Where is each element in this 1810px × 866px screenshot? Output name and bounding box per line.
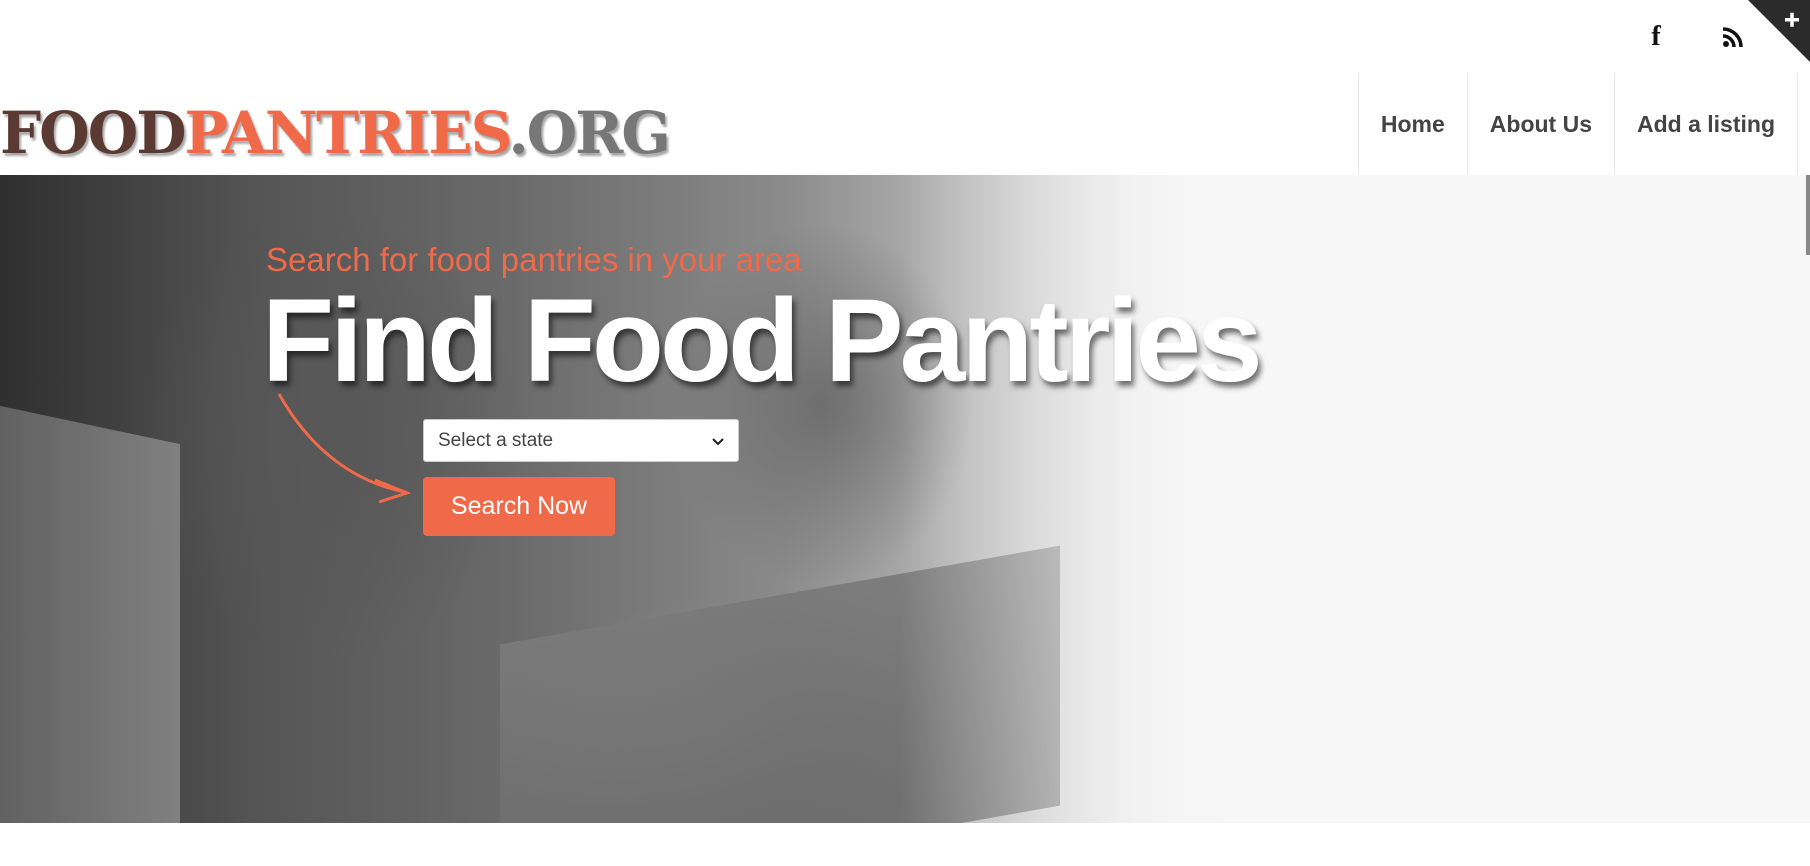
chevron-down-icon (712, 433, 724, 449)
nav-about-us[interactable]: About Us (1468, 73, 1615, 175)
nav-add-listing[interactable]: Add a listing (1615, 73, 1798, 175)
state-select[interactable]: Select a state (423, 419, 739, 462)
page: f FOODPANTRIES.ORG Home About Us Add a l… (0, 0, 1810, 866)
logo-text-food: FOOD (0, 99, 187, 167)
hero-section: Search for food pantries in your area Fi… (0, 175, 1810, 823)
state-select-value: Select a state (438, 429, 554, 451)
rss-icon[interactable] (1718, 22, 1748, 52)
hero-title: Find Food Pantries (262, 275, 1263, 407)
scrollbar[interactable] (1806, 175, 1810, 255)
facebook-icon[interactable]: f (1641, 21, 1671, 52)
logo-text-pantries: PANTRIES (184, 99, 511, 167)
logo-text-org: .ORG (508, 99, 670, 167)
corner-plus-toggle[interactable] (1748, 0, 1810, 62)
site-header: FOODPANTRIES.ORG Home About Us Add a lis… (0, 73, 1810, 175)
main-nav: Home About Us Add a listing (1357, 73, 1798, 175)
site-logo[interactable]: FOODPANTRIES.ORG (0, 103, 671, 163)
search-now-button[interactable]: Search Now (423, 477, 615, 536)
top-bar: f (0, 0, 1810, 74)
nav-home[interactable]: Home (1359, 73, 1468, 175)
arrow-icon (277, 393, 412, 504)
